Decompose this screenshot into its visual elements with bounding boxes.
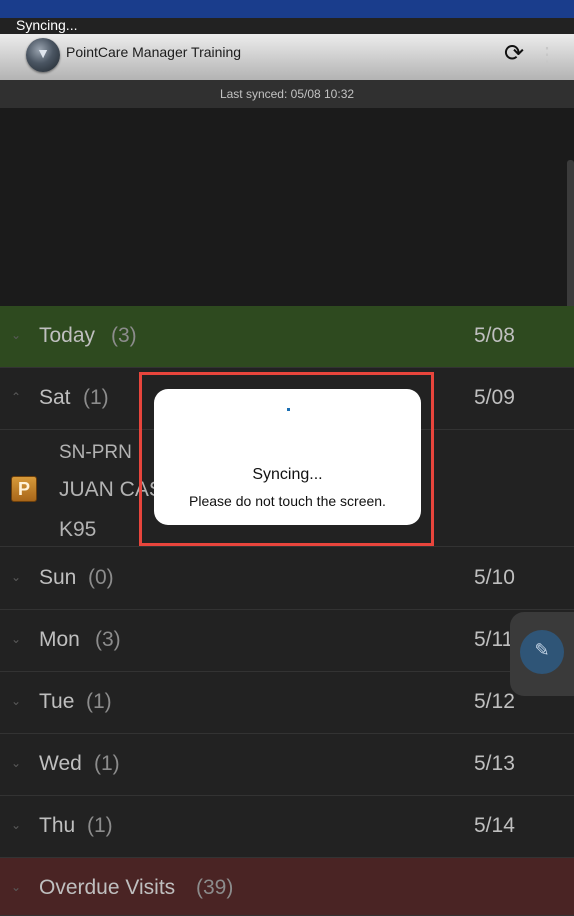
day-count: (1) (94, 752, 120, 775)
day-count: (1) (87, 814, 113, 837)
day-row-wed[interactable]: ⌄ Wed (1) 5/13 (0, 734, 574, 796)
day-row-today[interactable]: ⌄ Today (3) 5/08 (0, 306, 574, 368)
day-date: 5/11 (474, 628, 514, 651)
chevron-down-icon: ⌄ (10, 632, 22, 646)
priority-badge: P (11, 476, 37, 502)
day-row-sun[interactable]: ⌄ Sun (0) 5/10 (0, 548, 574, 610)
chevron-down-icon: ⌄ (10, 328, 22, 342)
day-row-thu[interactable]: ⌄ Thu (1) 5/14 (0, 796, 574, 858)
day-name: Overdue Visits (39, 876, 176, 899)
day-date: 5/08 (474, 324, 515, 347)
day-name: Sat (39, 386, 71, 409)
day-row-mon[interactable]: ⌄ Mon (3) 5/11 (0, 610, 574, 672)
app-title: PointCare Manager Training (66, 44, 242, 60)
day-name: Today (39, 324, 96, 347)
day-date: 5/14 (474, 814, 515, 837)
pointcare-logo-icon: ▼ (26, 38, 60, 72)
day-count: (0) (88, 566, 114, 589)
sync-status-text: Syncing... (16, 17, 78, 33)
visit-code: K95 (59, 518, 97, 541)
day-name: Mon (39, 628, 80, 651)
day-count: (39) (196, 876, 234, 899)
chevron-down-icon: ⌄ (10, 694, 22, 708)
empty-content-area (0, 108, 574, 306)
day-row-overdue[interactable]: ⌄ Overdue Visits (39) (0, 858, 574, 916)
visit-type: SN-PRN (59, 442, 132, 463)
chevron-up-icon: ⌃ (10, 390, 22, 404)
chevron-down-icon: ⌄ (10, 818, 22, 832)
chevron-down-icon: ⌄ (10, 756, 22, 770)
day-count: (3) (111, 324, 137, 347)
last-synced-bar: Last synced: 05/08 10:32 (0, 80, 574, 108)
day-date: 5/12 (474, 690, 515, 713)
day-date: 5/13 (474, 752, 515, 775)
day-name: Tue (39, 690, 75, 713)
day-count: (1) (83, 386, 109, 409)
day-name: Sun (39, 566, 77, 589)
day-name: Thu (39, 814, 76, 837)
last-synced-text: Last synced: 05/08 10:32 (219, 87, 355, 101)
chevron-down-icon: ⌄ (10, 880, 22, 894)
day-count: (3) (95, 628, 121, 651)
app-header: ▼ PointCare Manager Training ⟳ ⋮ (0, 34, 574, 80)
day-name: Wed (39, 752, 82, 775)
day-date: 5/10 (474, 566, 515, 589)
day-date: 5/09 (474, 386, 515, 409)
day-row-tue[interactable]: ⌄ Tue (1) 5/12 (0, 672, 574, 734)
syncing-dialog: Syncing... Please do not touch the scree… (154, 389, 421, 525)
more-vert-icon[interactable]: ⋮ (537, 42, 557, 68)
floating-action-button[interactable]: ✎ (510, 612, 574, 696)
visit-check-icon: ✎ (520, 630, 564, 674)
loading-spinner-icon (287, 408, 290, 411)
day-count: (1) (86, 690, 112, 713)
dialog-message: Please do not touch the screen. (189, 493, 386, 509)
sync-icon[interactable]: ⟳ (500, 40, 528, 68)
status-strip (0, 0, 574, 18)
chevron-down-icon: ⌄ (10, 570, 22, 584)
dialog-title: Syncing... (252, 466, 323, 483)
